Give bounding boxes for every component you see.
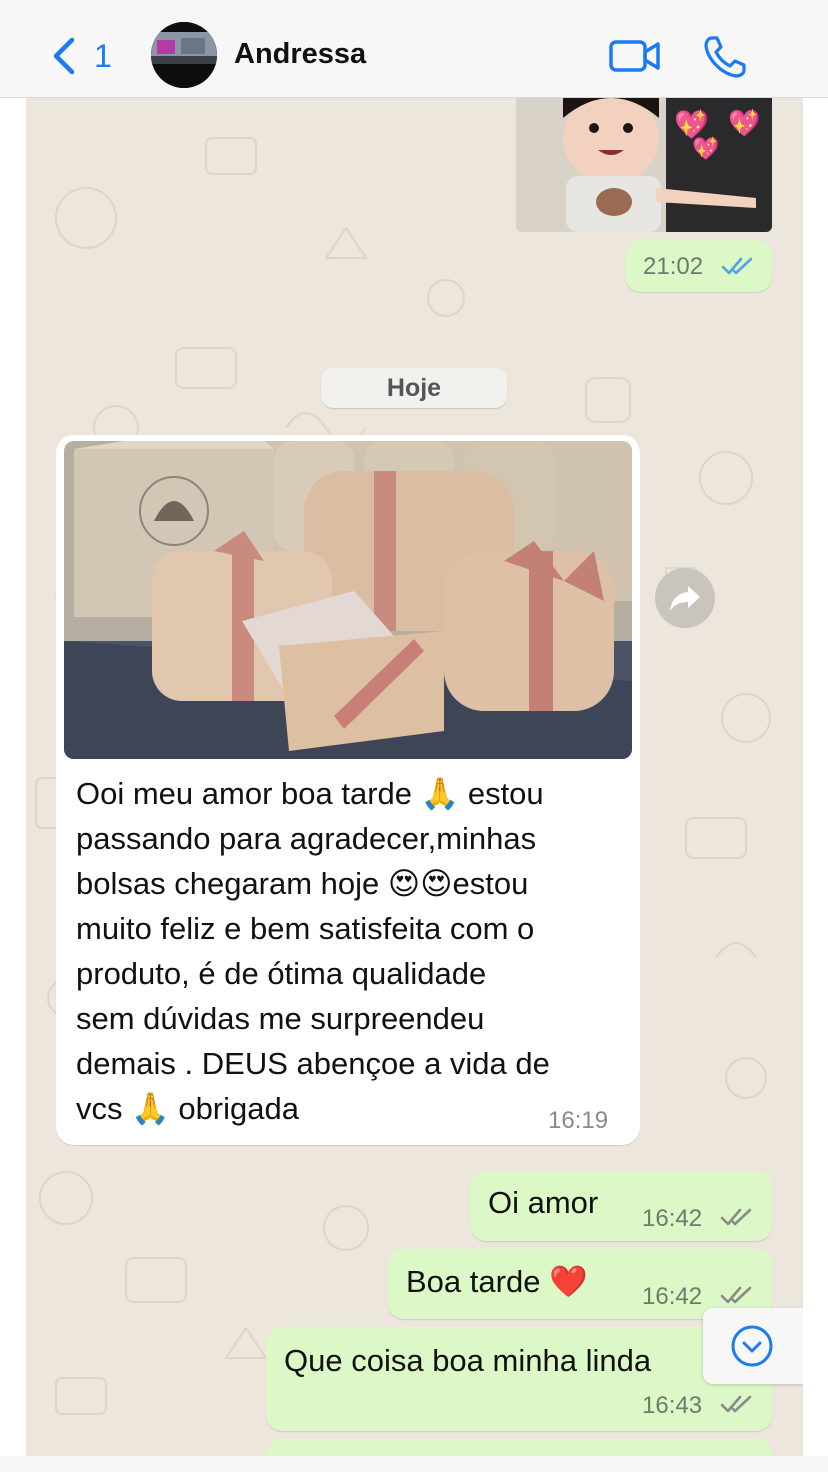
chevron-left-icon xyxy=(53,37,75,75)
composer-bar xyxy=(0,1456,828,1472)
unread-count: 1 xyxy=(94,38,112,74)
back-button[interactable]: 1 xyxy=(46,34,126,78)
voice-call-button[interactable] xyxy=(702,34,748,80)
bags-photo[interactable] xyxy=(64,441,632,759)
svg-text:💖: 💖 xyxy=(692,136,720,161)
message-time: 21:02 xyxy=(643,253,704,280)
delivered-ticks-icon xyxy=(720,1395,752,1413)
message-time: 16:42 xyxy=(642,1205,703,1232)
message-text: Oi amor xyxy=(488,1185,599,1220)
date-separator: Hoje xyxy=(321,368,507,408)
message-text: Boa tarde ❤️ xyxy=(406,1264,588,1299)
message-text: Ooi meu amor boa tarde 🙏 estou passando … xyxy=(76,776,550,1126)
video-camera-icon xyxy=(609,40,660,72)
video-call-button[interactable] xyxy=(608,36,662,76)
message-time: 16:19 xyxy=(548,1107,609,1134)
message-time: 16:42 xyxy=(642,1283,703,1310)
chat-area[interactable]: 💖 💖 💖 21:02 Hoje Ooi meu amor boa tarde … xyxy=(26,98,803,1456)
forward-button[interactable] xyxy=(655,568,715,628)
outgoing-text-message-partial[interactable] xyxy=(266,1439,772,1456)
message-text: Que coisa boa minha linda xyxy=(284,1343,652,1378)
outgoing-image-message[interactable]: 💖 💖 💖 xyxy=(516,98,772,232)
chat-header: 1 Andressa xyxy=(0,0,828,98)
scroll-to-bottom-button[interactable] xyxy=(703,1308,803,1384)
child-photo: 💖 💖 💖 xyxy=(516,98,772,232)
outgoing-image-footer: 21:02 xyxy=(625,240,772,292)
read-ticks-icon xyxy=(721,257,753,275)
left-margin xyxy=(0,98,26,1456)
delivered-ticks-icon xyxy=(720,1286,752,1304)
right-margin xyxy=(803,98,828,1456)
forward-arrow-icon xyxy=(670,586,700,611)
phone-icon xyxy=(704,36,746,78)
chevron-down-circle-icon xyxy=(731,1325,773,1367)
svg-text:💖: 💖 xyxy=(728,108,761,138)
outgoing-text-message[interactable]: Que coisa boa minha linda 16:43 xyxy=(266,1327,772,1431)
contact-name[interactable]: Andressa xyxy=(234,38,366,71)
outgoing-text-message[interactable]: Oi amor 16:42 xyxy=(470,1171,772,1241)
avatar[interactable] xyxy=(151,22,217,88)
message-time: 16:43 xyxy=(642,1392,703,1419)
delivered-ticks-icon xyxy=(720,1208,752,1226)
incoming-image-message[interactable]: Ooi meu amor boa tarde 🙏 estou passando … xyxy=(56,435,640,1145)
